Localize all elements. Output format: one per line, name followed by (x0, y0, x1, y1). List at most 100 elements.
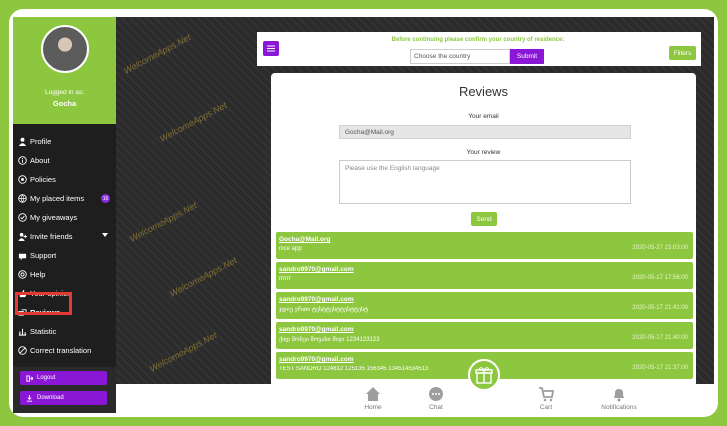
sidebar-footer: Logout Download (13, 367, 116, 413)
bell-icon (611, 386, 627, 402)
review-item: sandro9970@gmail.com ქიდ მოსეი მოვახი მი… (276, 322, 693, 349)
sidebar-menu: Profile About Policies My placed items 1… (13, 132, 116, 360)
sidebar-item-label: Statistic (30, 327, 57, 336)
download-button[interactable]: Download (20, 391, 107, 405)
nav-cart[interactable]: Cart (516, 384, 576, 413)
sidebar-item-label: My placed items (30, 194, 85, 203)
page-title: Reviews (458, 84, 509, 99)
support-icon (18, 251, 27, 260)
review-text: nice app (279, 246, 302, 252)
review-email[interactable]: sandro9970@gmail.com (279, 356, 354, 363)
review-email[interactable]: sandro9970@gmail.com (279, 296, 354, 303)
review-date: 2020-05-17 21:40:00 (632, 335, 688, 341)
sidebar-item-statistic[interactable]: Statistic (13, 322, 116, 341)
sidebar-item-label: Help (30, 270, 46, 279)
sidebar-item-giveaways[interactable]: My giveaways (13, 208, 116, 227)
help-icon (18, 270, 27, 279)
review-textarea[interactable]: Please use the English language (339, 160, 631, 204)
watermark: WelcomeApps.Net (122, 32, 193, 76)
device-frame: WelcomeApps.Net WelcomeApps.Net WelcomeA… (9, 9, 718, 417)
country-select[interactable]: Choose the country (410, 49, 510, 64)
review-date: 2020-05-27 23:03:00 (632, 245, 688, 251)
hamburger-icon (267, 45, 275, 52)
watermark: WelcomeApps.Net (148, 330, 219, 374)
globe-icon (18, 194, 27, 203)
nav-notifications-label: Notifications (601, 404, 637, 411)
email-label: Your email (468, 113, 499, 120)
app-screen: WelcomeApps.Net WelcomeApps.Net WelcomeA… (13, 17, 714, 413)
nav-cart-label: Cart (539, 404, 553, 411)
watermark: WelcomeApps.Net (128, 200, 199, 244)
review-text: TEST SANDRO 124812 125135 156345 1345145… (279, 366, 429, 372)
review-text: rrrrrr (279, 276, 291, 282)
review-email[interactable]: sandro9970@gmail.com (279, 326, 354, 333)
review-email[interactable]: Gocha@Mail.org (279, 236, 330, 243)
country-confirm-text: Before continuing please confirm your co… (391, 37, 565, 43)
review-text: ჯდიუ ერთი ტესტტესტტესტტესტ (279, 307, 369, 313)
sidebar-item-about[interactable]: About (13, 151, 116, 170)
cart-icon (538, 386, 555, 402)
translate-icon (18, 346, 27, 355)
sidebar-item-translation[interactable]: Correct translation (13, 341, 116, 360)
logout-icon (26, 374, 33, 382)
sidebar-item-placed-items[interactable]: My placed items 16 (13, 189, 116, 208)
review-email[interactable]: sandro9970@gmail.com (279, 266, 354, 273)
nav-home-label: Home (364, 404, 382, 411)
chat-icon (428, 386, 444, 402)
logout-label: Logout (37, 375, 56, 381)
reviews-highlight-box (15, 292, 72, 315)
download-label: Download (37, 395, 64, 401)
nav-home[interactable]: Home (343, 384, 403, 413)
sidebar: Logged in as: Gocha Profile About Polici… (13, 17, 116, 413)
bottom-nav: Home Chat Cart Notifications (116, 384, 714, 413)
sidebar-item-label: Profile (30, 137, 52, 146)
sidebar-item-label: My giveaways (30, 213, 78, 222)
policy-icon (18, 175, 27, 184)
user-icon (18, 137, 27, 146)
avatar[interactable] (41, 25, 89, 73)
giveaway-icon (18, 213, 27, 222)
invite-icon (18, 232, 27, 241)
chevron-down-icon[interactable] (102, 233, 108, 237)
watermark: WelcomeApps.Net (158, 100, 229, 144)
nav-chat[interactable]: Chat (406, 384, 466, 413)
filters-button[interactable]: Filters (669, 46, 696, 60)
gift-button[interactable] (468, 359, 500, 391)
logout-button[interactable]: Logout (20, 371, 107, 385)
review-date: 2020-05-17 17:56:00 (632, 275, 688, 281)
nav-notifications[interactable]: Notifications (589, 384, 649, 413)
reviews-panel: Reviews Your email Gocha@Mail.org Your r… (271, 73, 696, 387)
review-item: sandro9970@gmail.com rrrrrr 2020-05-17 1… (276, 262, 693, 289)
email-field[interactable]: Gocha@Mail.org (339, 125, 631, 139)
submit-button[interactable]: Submit (510, 49, 544, 64)
country-bar: Before continuing please confirm your co… (257, 32, 701, 66)
review-item: Gocha@Mail.org nice app 2020-05-27 23:03… (276, 232, 693, 259)
review-item: sandro9970@gmail.com ჯდიუ ერთი ტესტტესტტ… (276, 292, 693, 319)
review-label: Your review (466, 149, 501, 156)
profile-header: Logged in as: Gocha (13, 17, 116, 124)
download-icon (26, 394, 33, 402)
sidebar-item-invite[interactable]: Invite friends (13, 227, 116, 246)
chart-icon (18, 327, 27, 336)
info-icon (18, 156, 27, 165)
count-badge: 16 (101, 194, 110, 203)
review-text: ქიდ მოსეი მოვახი მიჯი 1234123123 (279, 337, 380, 343)
sidebar-item-policies[interactable]: Policies (13, 170, 116, 189)
user-name: Gocha (52, 99, 77, 108)
sidebar-item-label: Correct translation (30, 346, 92, 355)
review-date: 2020-05-17 21:41:00 (632, 305, 688, 311)
sidebar-item-label: Invite friends (30, 232, 73, 241)
gift-icon (475, 367, 493, 384)
home-icon (365, 386, 381, 402)
sidebar-item-support[interactable]: Support (13, 246, 116, 265)
menu-toggle-button[interactable] (263, 41, 279, 56)
nav-chat-label: Chat (429, 404, 443, 411)
sidebar-item-label: About (30, 156, 50, 165)
sidebar-item-label: Support (30, 251, 57, 260)
sidebar-item-profile[interactable]: Profile (13, 132, 116, 151)
sidebar-item-label: Policies (30, 175, 56, 184)
logged-in-label: Logged in as: (44, 89, 85, 96)
sidebar-item-help[interactable]: Help (13, 265, 116, 284)
watermark: WelcomeApps.Net (168, 255, 239, 299)
send-button[interactable]: Send (471, 212, 497, 226)
